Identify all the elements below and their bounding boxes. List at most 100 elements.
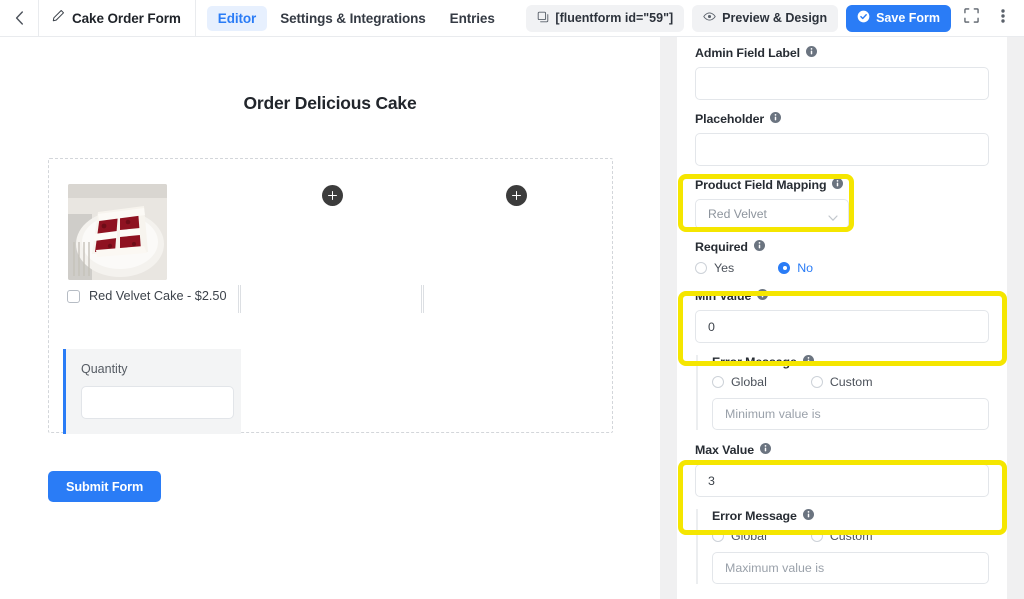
kebab-menu-icon (1001, 8, 1005, 29)
required-option-no[interactable]: No (778, 261, 813, 275)
admin-field-label-field: Admin Field Label (695, 46, 989, 100)
form-name-edit[interactable]: Cake Order Form (39, 0, 196, 36)
min-error-option-custom[interactable]: Custom (811, 375, 873, 389)
shortcode-text: [fluentform id="59"] (555, 11, 673, 25)
quantity-input[interactable] (81, 386, 234, 419)
column-resize-handle-2[interactable] (421, 285, 424, 313)
tab-editor[interactable]: Editor (207, 6, 267, 31)
check-circle-icon (857, 10, 870, 26)
chevron-down-icon (828, 211, 838, 225)
max-error-message-input[interactable] (712, 552, 989, 584)
back-button[interactable] (0, 0, 39, 36)
chevron-left-icon (15, 11, 24, 25)
min-error-message-radio-group: Global Custom (712, 375, 989, 389)
top-toolbar: Cake Order Form Editor Settings & Integr… (0, 0, 1024, 37)
min-error-option-global[interactable]: Global (712, 375, 767, 389)
max-value-label-text: Max Value (695, 443, 754, 457)
required-label: Required (695, 240, 989, 254)
min-error-message-label-text: Error Message (712, 355, 797, 369)
required-field: Required Yes No (695, 240, 989, 275)
page-title: Order Delicious Cake (0, 93, 660, 114)
info-icon[interactable] (770, 112, 781, 126)
min-error-message-group: Error Message Global Custom (696, 355, 989, 430)
min-error-option-custom-label: Custom (830, 375, 873, 389)
max-value-input[interactable] (695, 464, 989, 497)
max-error-message-radio-group: Global Custom (712, 529, 989, 543)
placeholder-label-text: Placeholder (695, 112, 764, 126)
max-value-field: Max Value (695, 443, 989, 497)
fullscreen-icon (964, 8, 979, 28)
min-value-label: Min Value (695, 289, 989, 303)
max-error-option-custom-label: Custom (830, 529, 873, 543)
min-error-message-input[interactable] (712, 398, 989, 430)
max-error-message-label: Error Message (712, 509, 989, 523)
shortcode-chip[interactable]: [fluentform id="59"] (526, 5, 684, 32)
product-checkbox-label: Red Velvet Cake - $2.50 (89, 289, 227, 303)
info-icon[interactable] (832, 178, 843, 192)
max-error-option-global[interactable]: Global (712, 529, 767, 543)
product-field-mapping-select[interactable]: Red Velvet (695, 199, 849, 229)
radio-icon (712, 530, 724, 542)
product-field-mapping-label: Product Field Mapping (695, 178, 989, 192)
min-value-input[interactable] (695, 310, 989, 343)
max-error-option-custom[interactable]: Custom (811, 529, 873, 543)
quantity-label: Quantity (81, 362, 227, 376)
fullscreen-button[interactable] (959, 5, 983, 31)
quantity-field-block[interactable]: Quantity (63, 349, 241, 434)
radio-icon (712, 376, 724, 388)
tab-settings-integrations[interactable]: Settings & Integrations (269, 6, 436, 31)
max-value-label: Max Value (695, 443, 989, 457)
info-icon[interactable] (803, 355, 814, 369)
eye-icon (703, 10, 716, 26)
info-icon[interactable] (806, 46, 817, 60)
product-field-mapping-value: Red Velvet (708, 207, 767, 221)
form-name-label: Cake Order Form (72, 11, 181, 26)
info-icon[interactable] (760, 443, 771, 457)
copy-icon (537, 11, 549, 26)
main-nav-tabs: Editor Settings & Integrations Entries (207, 6, 506, 31)
info-icon[interactable] (754, 240, 765, 254)
required-label-text: Required (695, 240, 748, 254)
pencil-icon (52, 9, 65, 27)
max-error-message-group: Error Message Global Custom (696, 509, 989, 584)
min-value-field: Min Value (695, 289, 989, 343)
product-image (68, 184, 167, 280)
product-field-mapping-label-text: Product Field Mapping (695, 178, 826, 192)
radio-icon (778, 262, 790, 274)
save-form-label: Save Form (876, 11, 940, 25)
placeholder-field-label: Placeholder (695, 112, 989, 126)
form-container-dropzone[interactable]: Red Velvet Cake - $2.50 Quantity (48, 158, 613, 433)
radio-icon (811, 530, 823, 542)
radio-icon (811, 376, 823, 388)
placeholder-field: Placeholder (695, 112, 989, 166)
submit-form-button[interactable]: Submit Form (48, 471, 161, 502)
field-settings-panel: Admin Field Label Placeholder Product Fi… (677, 37, 1007, 599)
admin-field-label-text: Admin Field Label (695, 46, 800, 60)
info-icon[interactable] (757, 289, 768, 303)
max-error-option-global-label: Global (731, 529, 767, 543)
add-column-button-1[interactable] (322, 185, 343, 206)
required-option-no-label: No (797, 261, 813, 275)
radio-icon (695, 262, 707, 274)
column-resize-handle-1[interactable] (238, 285, 241, 313)
product-field-mapping-field: Product Field Mapping Red Velvet (695, 178, 989, 229)
info-icon[interactable] (803, 509, 814, 523)
min-error-option-global-label: Global (731, 375, 767, 389)
admin-field-label-input[interactable] (695, 67, 989, 100)
form-canvas: Order Delicious Cake (0, 37, 660, 599)
product-checkbox[interactable] (67, 290, 80, 303)
preview-design-button[interactable]: Preview & Design (692, 5, 838, 32)
save-form-button[interactable]: Save Form (846, 5, 951, 32)
required-option-yes[interactable]: Yes (695, 261, 734, 275)
required-option-yes-label: Yes (714, 261, 734, 275)
add-column-button-2[interactable] (506, 185, 527, 206)
admin-field-label-label: Admin Field Label (695, 46, 989, 60)
tab-entries[interactable]: Entries (439, 6, 506, 31)
toolbar-actions: [fluentform id="59"] Preview & Design Sa… (526, 5, 1024, 32)
product-checkbox-row[interactable]: Red Velvet Cake - $2.50 (67, 289, 227, 303)
more-options-button[interactable] (991, 5, 1015, 31)
max-error-message-label-text: Error Message (712, 509, 797, 523)
placeholder-input[interactable] (695, 133, 989, 166)
required-radio-group: Yes No (695, 261, 989, 275)
preview-design-label: Preview & Design (722, 11, 827, 25)
